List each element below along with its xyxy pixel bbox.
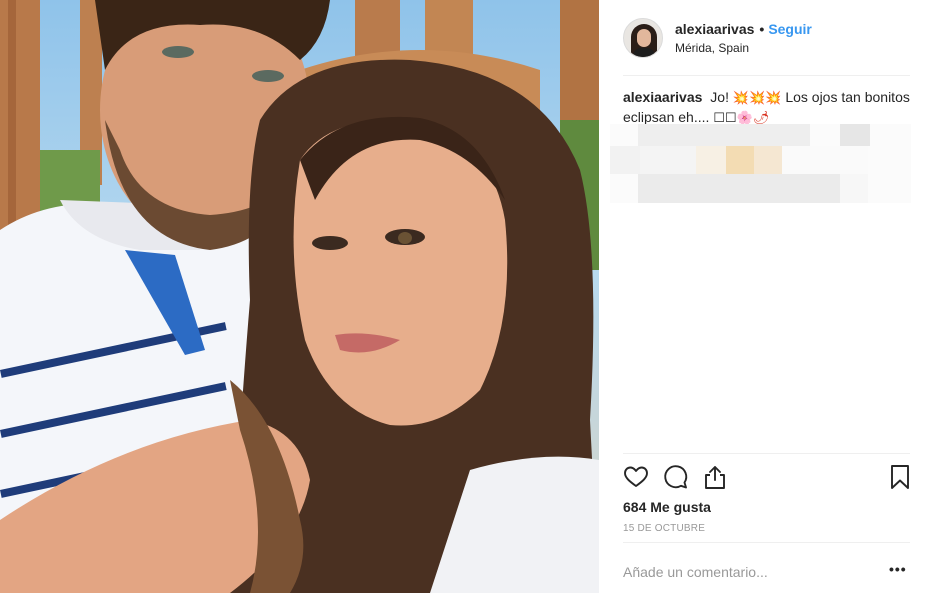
collision-emoji: 💥 [765, 91, 782, 106]
collision-emoji: 💥 [732, 91, 750, 106]
comment-bubble-icon[interactable] [663, 464, 689, 490]
username-link[interactable]: alexiaarivas [675, 22, 754, 36]
action-bar [623, 464, 913, 492]
post-photo[interactable] [0, 0, 599, 593]
avatar-face [637, 29, 651, 47]
heart-icon[interactable] [623, 464, 649, 490]
avatar-body [633, 48, 655, 57]
location-link[interactable]: Mérida, Spain [675, 42, 812, 54]
post-date: 15 DE OCTUBRE [623, 523, 706, 534]
actions-divider [623, 453, 910, 454]
likes-count[interactable]: 684 Me gusta [623, 499, 711, 515]
header-top-line: alexiaarivas • Seguir [675, 22, 812, 36]
separator-dot: • [759, 21, 765, 37]
post-header: alexiaarivas • Seguir Mérida, Spain [623, 16, 911, 60]
collision-emoji: 💥 [749, 91, 766, 106]
selfie-illustration [0, 0, 599, 593]
caption-username-link[interactable]: alexiaarivas [623, 89, 702, 105]
caption-text-start: Jo! [710, 89, 729, 105]
header-divider [623, 75, 910, 76]
pixelated-redaction [610, 124, 911, 203]
avatar[interactable] [623, 18, 663, 58]
bookmark-icon[interactable] [887, 464, 913, 490]
more-options-icon[interactable]: ••• [889, 561, 907, 577]
share-icon[interactable] [702, 464, 728, 490]
comment-input[interactable] [623, 558, 863, 586]
follow-button[interactable]: Seguir [768, 22, 812, 36]
post-caption: alexiaarivas Jo! 💥💥💥 Los ojos tan bonito… [623, 88, 910, 128]
comment-divider [623, 542, 910, 543]
header-text: alexiaarivas • Seguir Mérida, Spain [675, 22, 812, 54]
